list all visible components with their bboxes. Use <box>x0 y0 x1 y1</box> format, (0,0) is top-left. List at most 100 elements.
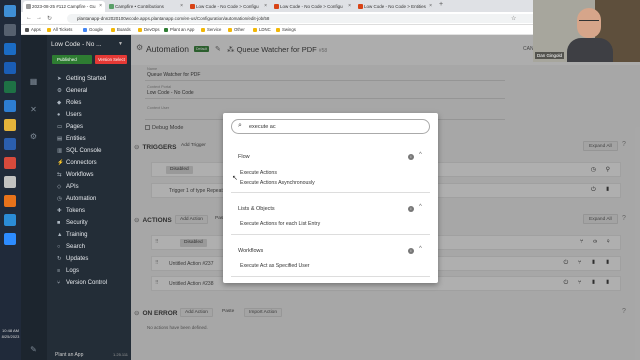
tools-icon[interactable]: ✕ <box>28 105 39 114</box>
bookmark-item[interactable]: Plant an App <box>164 27 194 32</box>
chrome-icon[interactable] <box>4 157 16 169</box>
bookmark-icon <box>228 27 232 32</box>
tab-label: Low Code - No Code > Configu <box>280 4 343 9</box>
firefox-icon[interactable] <box>4 195 16 207</box>
sidebar-item-getting-started[interactable]: ➤ Getting Started <box>57 76 106 86</box>
bookmark-item[interactable]: LDNC <box>253 27 271 32</box>
settings-icon[interactable]: ⚙ <box>28 132 39 141</box>
close-icon[interactable]: × <box>264 3 267 9</box>
windows-start-icon[interactable] <box>4 5 16 17</box>
bookmark-label: LDNC <box>259 27 271 32</box>
list-item[interactable]: Execute Actions Asynchronously <box>240 180 315 186</box>
api-icon: ◇ <box>57 184 62 190</box>
browser-tab[interactable]: Low Code - No Code > Entities × <box>355 1 435 12</box>
forward-icon[interactable]: → <box>36 15 42 21</box>
reload-icon[interactable]: ↻ <box>47 15 52 22</box>
word-icon[interactable] <box>4 138 16 150</box>
sidebar-item-updates[interactable]: ↻ Updates <box>57 256 88 266</box>
info-icon[interactable]: i <box>408 206 414 212</box>
close-icon[interactable]: × <box>180 3 183 9</box>
footer-label: Plant an App <box>55 352 84 358</box>
sidebar-item-logs[interactable]: ≡ Logs <box>57 268 79 278</box>
browser-tab[interactable]: Campfire • Contributions × <box>106 1 186 12</box>
teams-icon[interactable] <box>4 62 16 74</box>
list-item[interactable]: Execute Act as Specified User <box>240 263 310 269</box>
sidebar-item-workflows[interactable]: ⇆ Workflows <box>57 172 94 182</box>
back-icon[interactable]: ← <box>26 15 32 21</box>
app-selector[interactable]: Low Code - No ... ▼ <box>51 41 129 51</box>
close-icon[interactable]: × <box>99 3 102 9</box>
bookmark-item[interactable]: DevOps <box>138 27 160 32</box>
info-icon[interactable]: i <box>408 154 414 160</box>
sidebar-footer: Plant an App 1.25.111 <box>47 350 131 360</box>
list-item[interactable]: Execute Actions <box>240 170 277 176</box>
edge-icon[interactable] <box>4 214 16 226</box>
sidebar-item-tokens[interactable]: ✚ Tokens <box>57 208 85 218</box>
sidebar-item-pages[interactable]: ▭ Pages <box>57 124 83 134</box>
bookmark-label: Boards <box>117 27 131 32</box>
bookmark-item[interactable]: Other <box>228 27 245 32</box>
address-bar[interactable]: plantanapp-dnn2020100wcode.apps.plantana… <box>67 14 537 23</box>
search-icon[interactable] <box>4 24 16 36</box>
clock-icon: ◷ <box>57 196 62 202</box>
zoom-icon[interactable] <box>4 233 16 245</box>
bookmark-label: Swings <box>282 27 296 32</box>
sidebar-item-training[interactable]: ▲ Training <box>57 232 87 242</box>
sidebar-item-sql-console[interactable]: ▥ SQL Console <box>57 148 101 158</box>
bookmark-item[interactable]: Service <box>201 27 221 32</box>
chevron-up-icon[interactable]: ^ <box>419 246 422 252</box>
tab-favicon <box>109 4 114 9</box>
taskbar-clock: 10:48 AM 8/25/2023 <box>0 328 21 340</box>
explorer-icon[interactable] <box>4 119 16 131</box>
sidebar-item-connectors[interactable]: ⚡ Connectors <box>57 160 97 170</box>
sidebar-item-security[interactable]: ■ Security <box>57 220 88 230</box>
bookmark-item[interactable]: Boards <box>111 27 131 32</box>
sidebar-item-apis[interactable]: ◇ APIs <box>57 184 79 194</box>
sidebar-item-automation[interactable]: ◷ Automation <box>57 196 96 206</box>
webcam-person-body <box>567 38 613 62</box>
sidebar-item-users[interactable]: ● Users <box>57 112 82 122</box>
sidebar-item-label: Tokens <box>66 208 86 214</box>
outlook-icon[interactable] <box>4 43 16 55</box>
published-label: Published <box>57 57 77 62</box>
action-search-input[interactable]: ⌕ execute ac <box>231 119 430 134</box>
edit-icon[interactable]: ✎ <box>28 345 39 354</box>
group-workflows: Workflows i ^ Execute Act as Specified U… <box>231 241 430 277</box>
bookmark-item[interactable]: Google <box>83 27 103 32</box>
excel-icon[interactable] <box>4 81 16 93</box>
info-icon[interactable]: i <box>408 248 414 254</box>
sidebar-item-label: Users <box>66 112 82 118</box>
app-icon[interactable] <box>4 176 16 188</box>
sidebar-item-version-control[interactable]: ⑂ Version Control <box>57 280 107 290</box>
browser-tab[interactable]: 2023-08-25 #112 Campfire - Gu × <box>23 1 105 12</box>
version-select-button[interactable]: Version Select <box>95 55 127 64</box>
list-item[interactable]: Execute Actions for each List Entry <box>240 221 320 227</box>
sidebar-item-label: Security <box>66 220 88 226</box>
close-icon[interactable]: × <box>348 3 351 9</box>
entity-icon: ▤ <box>57 136 63 142</box>
rocket-icon: ➤ <box>57 76 62 82</box>
chevron-up-icon[interactable]: ^ <box>419 204 422 210</box>
sidebar-item-search[interactable]: ○ Search <box>57 244 85 254</box>
bookmark-star-icon[interactable]: ☆ <box>511 15 516 22</box>
bookmark-icon <box>111 27 115 32</box>
browser-tab[interactable]: Low Code - No Code > Configu × <box>271 1 354 12</box>
close-icon[interactable]: × <box>429 3 432 9</box>
published-button[interactable]: Published <box>52 55 92 64</box>
bookmark-item[interactable]: Apps <box>25 27 41 32</box>
chevron-up-icon[interactable]: ^ <box>419 152 422 158</box>
sidebar-item-label: Search <box>66 244 86 250</box>
app-name: Low Code - No ... <box>51 41 102 48</box>
bookmark-item[interactable]: All Tickets <box>47 27 72 32</box>
sidebar-item-label: Logs <box>66 268 80 274</box>
browser-tab[interactable]: Low Code - No Code > Configu × <box>187 1 270 12</box>
new-tab-button[interactable]: + <box>439 1 443 8</box>
sidebar-item-label: Automation <box>66 196 97 202</box>
bookmark-label: Google <box>89 27 103 32</box>
onedrive-icon[interactable] <box>4 100 16 112</box>
apps-icon[interactable]: ▦ <box>28 77 39 86</box>
bookmark-item[interactable]: Swings <box>276 27 296 32</box>
sidebar-item-general[interactable]: ⚙ General <box>57 88 87 98</box>
sidebar-item-entities[interactable]: ▤ Entities <box>57 136 86 146</box>
sidebar-item-roles[interactable]: ◆ Roles <box>57 100 81 110</box>
